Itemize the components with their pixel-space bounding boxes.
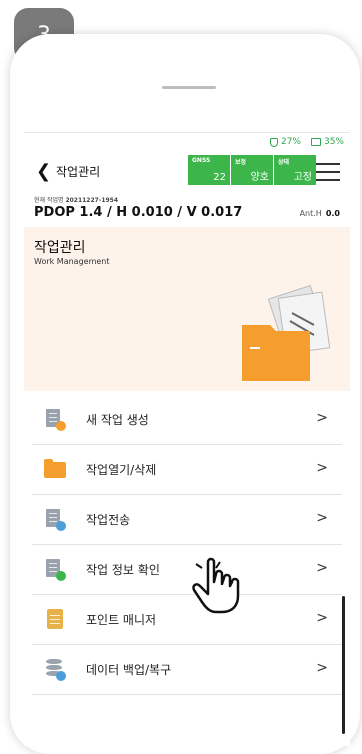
menu-item-backup-restore[interactable]: 데이터 백업/복구 > [32,645,342,695]
notepad-icon [44,608,66,631]
info-document-icon [44,558,66,581]
menu-item-new-job[interactable]: 새 작업 생성 > [32,395,342,445]
anth-value: 0.0 [325,209,340,218]
page-title: 작업관리 [56,165,101,179]
gnss-status: 27% [269,137,301,147]
chevron-right-icon: > [316,610,328,626]
gnss-percent: 27% [280,137,301,147]
folder-icon [44,458,66,481]
chevron-left-icon[interactable]: ❮ [36,161,51,182]
app-screen: 27% 35% ❮ 작업관리 GNSS 22 보정 양호 상태 고정 현재 작업… [24,132,350,746]
job-name: 20211227-1954 [65,197,119,204]
anth-label: Ant.H [299,209,322,218]
database-icon [44,658,66,681]
menu-item-open-delete[interactable]: 작업열기/삭제 > [32,445,342,495]
chevron-right-icon: > [316,510,328,526]
section-banner: 작업관리 Work Management [24,227,350,391]
correction-cell: 보정 양호 [231,155,274,185]
state-label: 상태 [278,159,290,166]
send-document-icon [44,508,66,531]
shield-icon [269,137,278,147]
menu-item-label: 새 작업 생성 [86,413,149,427]
menu-item-label: 포인트 매니저 [86,613,157,627]
menu-item-label: 작업 정보 확인 [86,563,160,577]
menu-item-label: 작업전송 [86,513,131,527]
banner-title: 작업관리 [34,240,86,256]
chevron-right-icon: > [316,560,328,576]
battery-percent: 35% [323,137,344,147]
drag-handle[interactable] [162,86,216,89]
job-label: 현재 작업명 [34,197,64,204]
menu-item-transfer[interactable]: 작업전송 > [32,495,342,545]
status-bar: 27% 35% [269,137,344,147]
documents-folder-illustration [242,285,331,381]
app-header: ❮ 작업관리 GNSS 22 보정 양호 상태 고정 [24,155,350,189]
chevron-right-icon: > [316,660,328,676]
menu-list: 새 작업 생성 > 작업열기/삭제 > 작업전송 > 작업 정보 확인 > 포인… [32,395,342,695]
gnss-label: GNSS [192,157,211,164]
gnss-cell: GNSS 22 [188,155,231,185]
state-value: 고정 [293,172,312,183]
chevron-right-icon: > [316,460,328,476]
gnss-value: 22 [213,172,226,183]
chevron-right-icon: > [316,410,328,426]
new-document-icon [44,408,66,431]
correction-label: 보정 [235,159,247,166]
correction-value: 양호 [250,172,269,183]
hamburger-icon[interactable] [316,163,340,187]
menu-item-label: 작업열기/삭제 [86,463,157,477]
menu-item-label: 데이터 백업/복구 [86,663,172,677]
scrollbar[interactable] [342,596,345,734]
state-cell: 상태 고정 [274,155,317,185]
accuracy-readout: PDOP 1.4 / H 0.010 / V 0.017 [34,205,243,220]
current-job: 현재 작업명 20211227-1954 [34,195,118,204]
antenna-height: Ant.H 0.0 [300,209,340,218]
hand-pointer-icon [192,557,240,614]
banner-subtitle: Work Management [34,257,110,266]
battery-status: 35% [310,137,344,147]
gnss-indicator[interactable]: GNSS 22 보정 양호 상태 고정 [188,155,317,185]
battery-icon [310,138,321,146]
